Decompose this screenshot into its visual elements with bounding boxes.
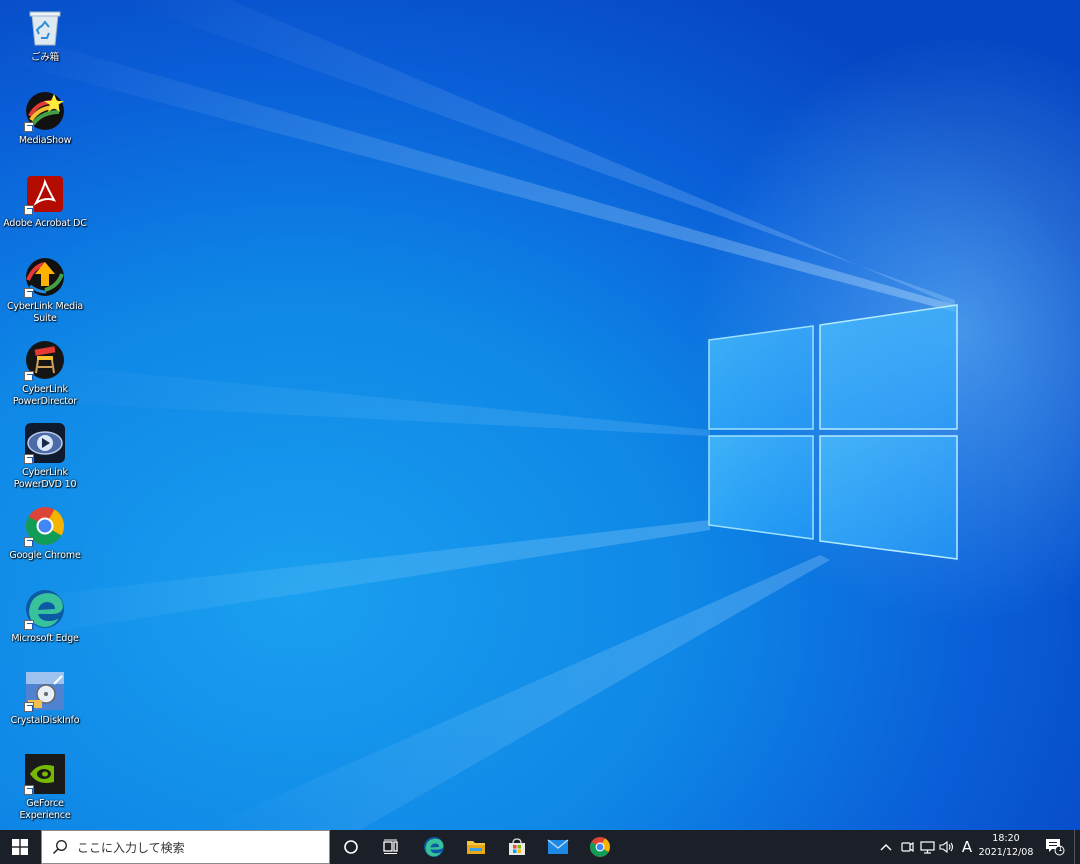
desktop-icon-adobe-acrobat[interactable]: Adobe Acrobat DC [2, 168, 88, 248]
desktop-icon-label: Google Chrome [9, 550, 81, 561]
tray-volume-button[interactable] [937, 830, 957, 864]
desktop-wallpaper: ごみ箱 MediaShow Adobe Acrobat DC CyberLink… [0, 0, 1080, 830]
cyberlink-media-suite-icon [24, 256, 66, 298]
taskbar-chrome-button[interactable] [580, 830, 620, 864]
search-placeholder: ここに入力して検索 [77, 840, 185, 855]
network-icon [919, 841, 935, 854]
clock-date: 2021/12/08 [978, 847, 1034, 858]
desktop-icon-microsoft-edge[interactable]: Microsoft Edge [2, 583, 88, 663]
taskbar-edge-button[interactable] [414, 830, 454, 864]
clock-time: 18:20 [992, 833, 1020, 844]
mediashow-icon [24, 90, 66, 132]
desktop-icon-label: CrystalDiskInfo [10, 715, 80, 726]
desktop-icon-mediashow[interactable]: MediaShow [2, 85, 88, 165]
taskbar-store-button[interactable] [497, 830, 537, 864]
cyberlink-powerdvd-icon [24, 422, 66, 464]
cortana-icon [344, 840, 358, 854]
windows-logo-wallpaper [708, 304, 958, 560]
crystaldiskinfo-icon [24, 670, 66, 712]
shortcut-arrow-icon [24, 371, 34, 381]
tray-network-button[interactable] [917, 830, 937, 864]
desktop-icon-label: MediaShow [18, 135, 72, 146]
show-hidden-icons-button[interactable] [877, 830, 895, 864]
shortcut-arrow-icon [24, 537, 34, 547]
taskbar-clock[interactable]: 18:20 2021/12/08 [975, 832, 1037, 862]
shortcut-arrow-icon [24, 620, 34, 630]
taskbar-search-box[interactable]: ここに入力して検索 [41, 830, 330, 864]
microsoft-store-icon [509, 838, 525, 855]
cortana-button[interactable] [331, 830, 371, 864]
taskbar-mail-button[interactable] [538, 830, 578, 864]
chrome-icon [590, 837, 610, 857]
adobe-acrobat-icon [24, 173, 66, 215]
camera-tray-icon [901, 841, 914, 853]
desktop-icon-cyberlink-media-suite[interactable]: CyberLink Media Suite [2, 251, 88, 331]
mail-icon [547, 839, 569, 854]
geforce-experience-icon [24, 753, 66, 795]
microsoft-edge-icon [24, 588, 66, 630]
recycle-bin-icon [24, 7, 66, 49]
desktop-icon-cyberlink-powerdirector[interactable]: CyberLink PowerDirector [2, 334, 88, 414]
desktop-icon-label: GeForce Experience [19, 798, 71, 821]
shortcut-arrow-icon [24, 454, 34, 464]
shortcut-arrow-icon [24, 122, 34, 132]
ime-mode-indicator[interactable]: A [957, 830, 977, 864]
desktop-icon-label: CyberLink PowerDirector [12, 384, 78, 407]
desktop-icon-label: Microsoft Edge [11, 633, 79, 644]
desktop-icon-google-chrome[interactable]: Google Chrome [2, 500, 88, 580]
notification-count-badge: 1 [1058, 845, 1063, 853]
edge-icon [424, 837, 444, 857]
tray-meet-now-button[interactable] [897, 830, 917, 864]
file-explorer-icon [467, 841, 485, 854]
desktop-icon-geforce-experience[interactable]: GeForce Experience [2, 748, 88, 828]
shortcut-arrow-icon [24, 785, 34, 795]
start-button[interactable] [0, 830, 40, 864]
cyberlink-powerdirector-icon [24, 339, 66, 381]
search-icon [52, 840, 67, 855]
desktop-icon-label: CyberLink PowerDVD 10 [13, 467, 77, 490]
desktop-icon-label: CyberLink Media Suite [6, 301, 84, 324]
chevron-up-icon [880, 844, 892, 851]
action-center-button[interactable]: 1 [1042, 830, 1068, 864]
task-view-icon [383, 839, 398, 854]
task-view-button[interactable] [371, 830, 411, 864]
taskbar: ここに入力して検索 A 18:20 2021/12/08 1 [0, 830, 1080, 864]
windows-start-icon [12, 839, 28, 855]
desktop-icon-label: Adobe Acrobat DC [3, 218, 87, 229]
desktop-icon-crystaldiskinfo[interactable]: CrystalDiskInfo [2, 665, 88, 745]
desktop-icon-label: ごみ箱 [31, 52, 59, 63]
taskbar-file-explorer-button[interactable] [456, 830, 496, 864]
shortcut-arrow-icon [24, 288, 34, 298]
speaker-volume-icon [939, 840, 954, 854]
google-chrome-icon [24, 505, 66, 547]
desktop-icon-cyberlink-powerdvd[interactable]: CyberLink PowerDVD 10 [2, 417, 88, 497]
shortcut-arrow-icon [24, 205, 34, 215]
desktop-icon-recycle-bin[interactable]: ごみ箱 [2, 2, 88, 82]
shortcut-arrow-icon [24, 702, 34, 712]
show-desktop-button[interactable] [1074, 830, 1080, 864]
